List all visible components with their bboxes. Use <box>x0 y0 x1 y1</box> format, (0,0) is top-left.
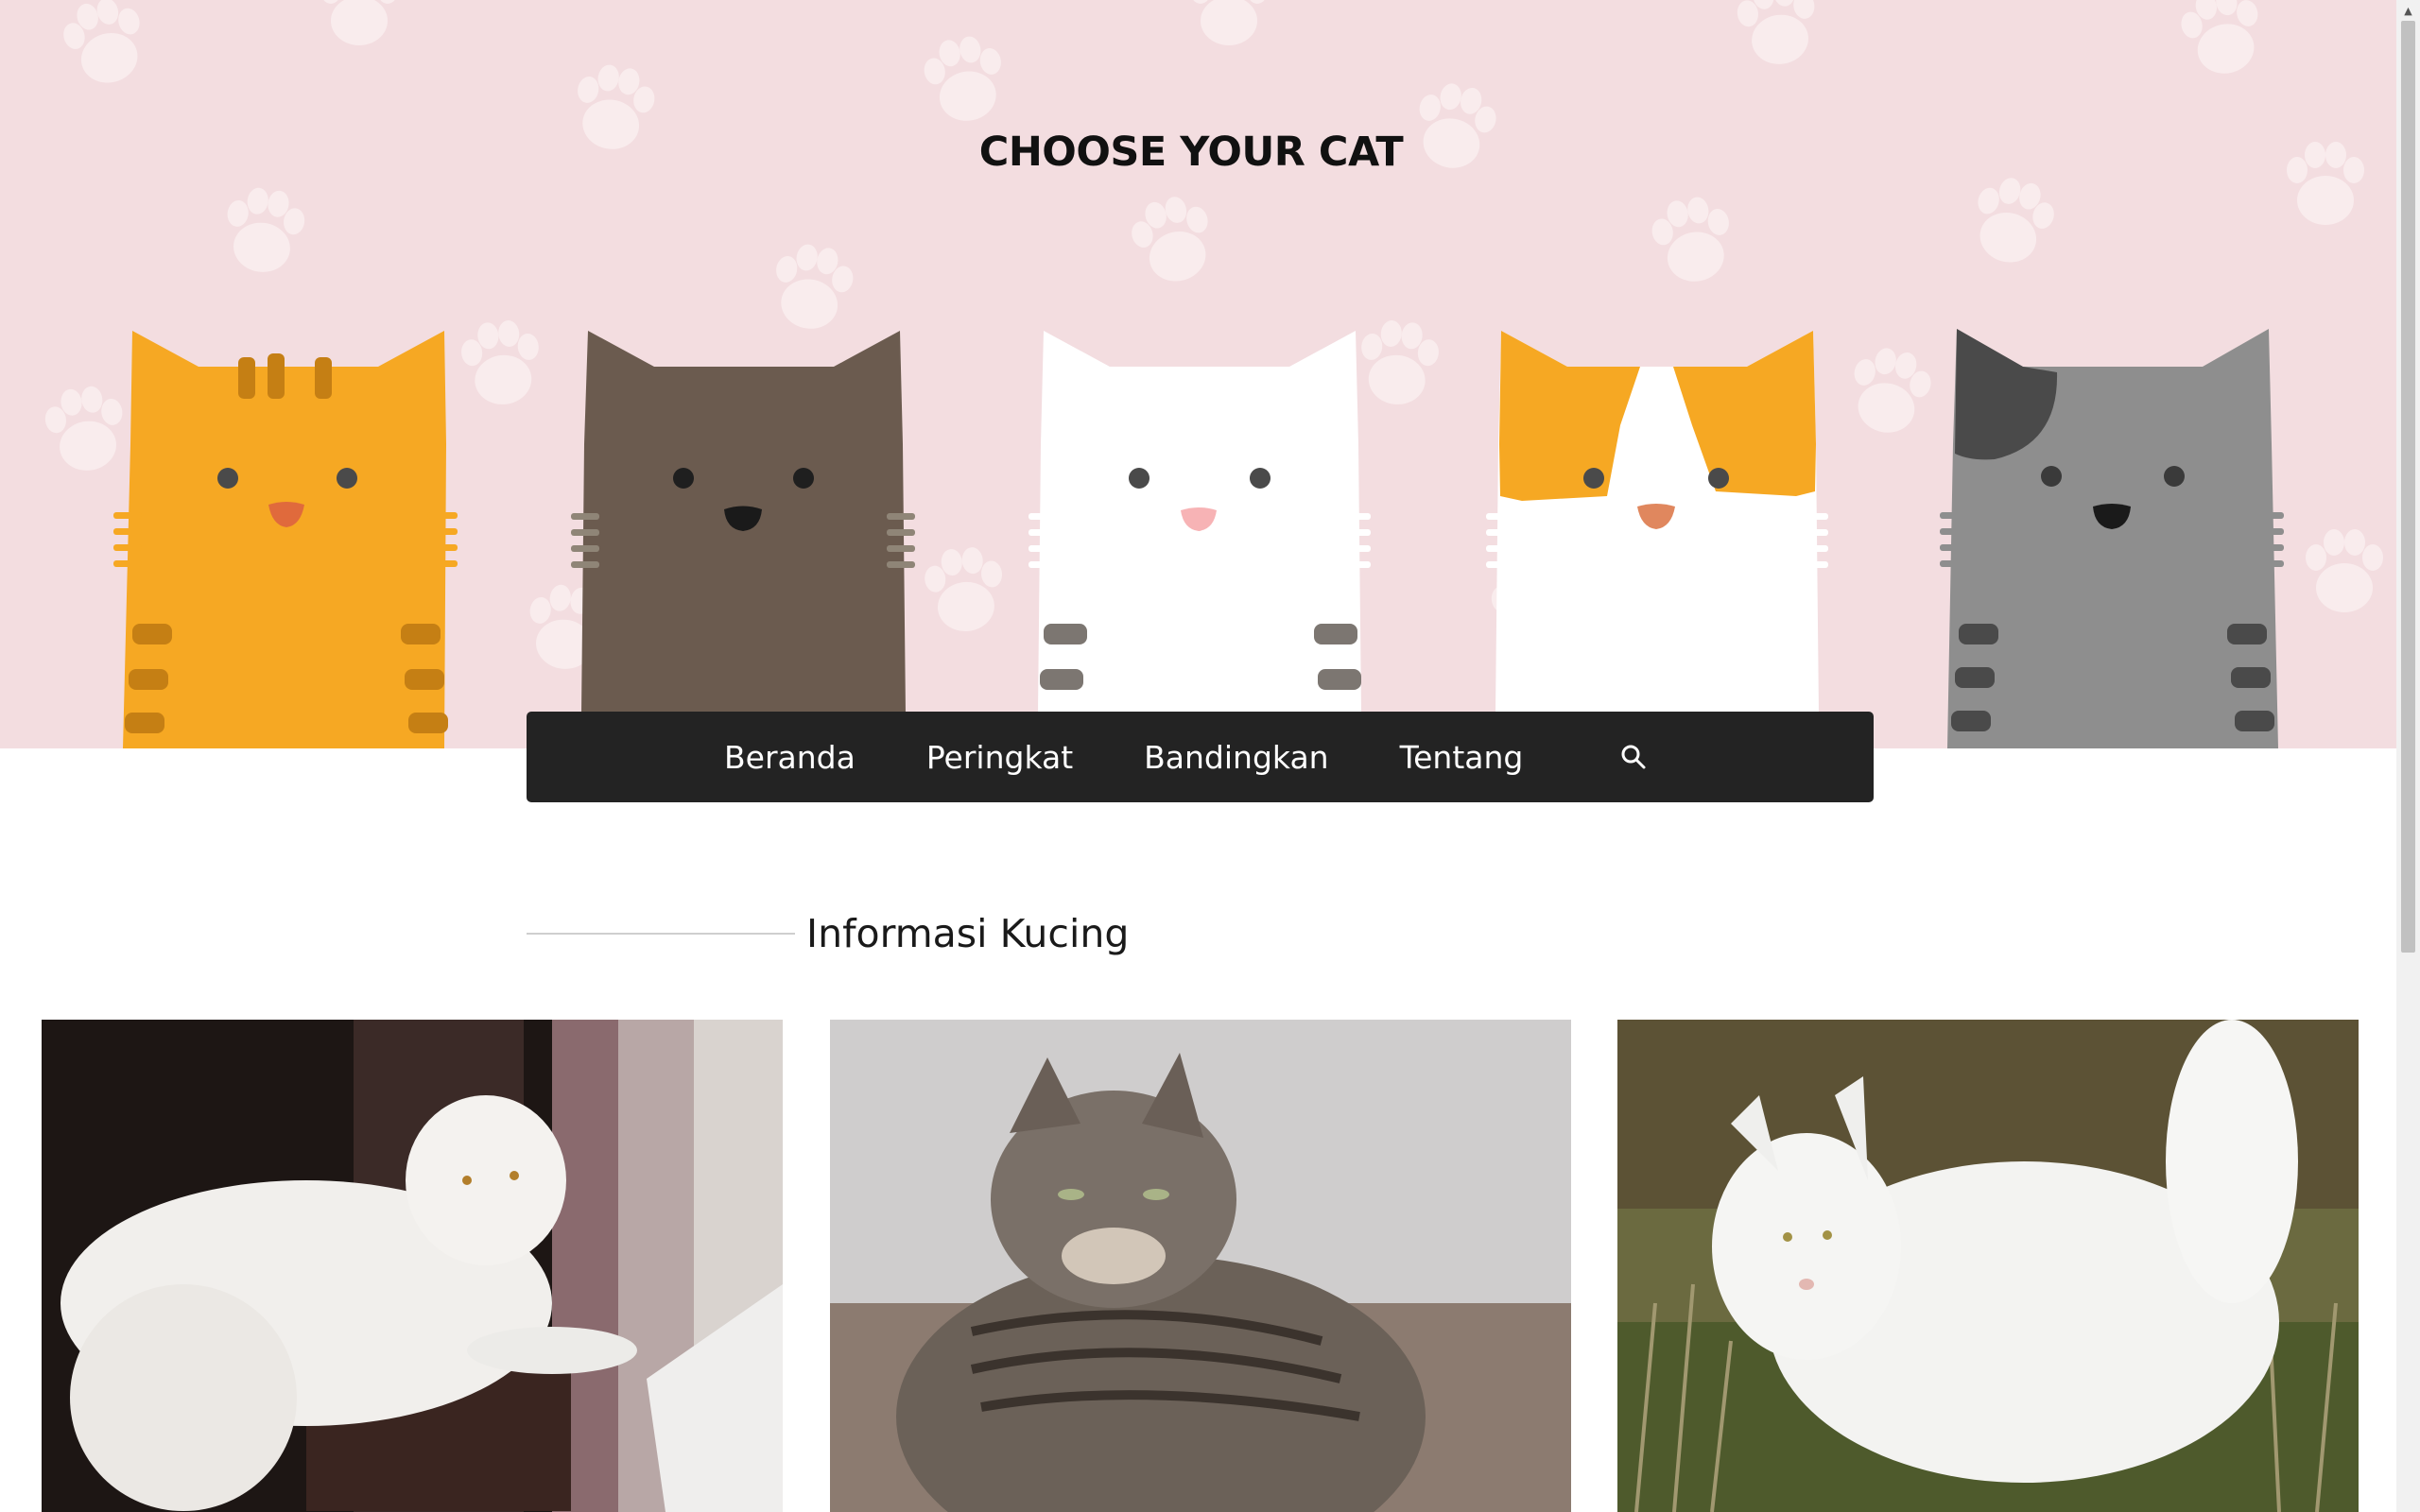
scroll-up-arrow-icon[interactable]: ▲ <box>2396 0 2420 21</box>
cat-card-tabby[interactable] <box>830 1020 1571 1512</box>
nav-link-tentang[interactable]: Tentang <box>1400 739 1524 776</box>
nav-link-peringkat[interactable]: Peringkat <box>926 739 1073 776</box>
site-title: CHOOSE YOUR CAT <box>978 129 1404 176</box>
tabby-cat-photo <box>830 1020 1571 1512</box>
nav-link-bandingkan[interactable]: Bandingkan <box>1144 739 1328 776</box>
white-cat-illustration <box>1028 331 1371 713</box>
white-longhair-cat-photo <box>1617 1020 2359 1512</box>
white-persian-cat-photo <box>42 1020 783 1512</box>
orange-tabby-cat-illustration <box>113 331 458 748</box>
cat-illustrations <box>113 329 2284 748</box>
main-navbar: Beranda Peringkat Bandingkan Tentang <box>527 712 1874 802</box>
search-icon[interactable] <box>1619 743 1648 771</box>
section-heading: Informasi Kucing <box>527 905 1129 962</box>
nav-link-beranda[interactable]: Beranda <box>724 739 856 776</box>
section-title: Informasi Kucing <box>806 911 1130 956</box>
scrollbar-thumb[interactable] <box>2401 21 2415 953</box>
brown-cat-illustration <box>571 331 915 713</box>
nav-menu: Beranda Peringkat Bandingkan Tentang <box>724 739 1648 776</box>
section-divider-line <box>527 933 795 935</box>
vertical-scrollbar[interactable]: ▲ <box>2396 0 2420 1512</box>
gray-cat-illustration <box>1940 329 2284 748</box>
cat-card-persian[interactable] <box>42 1020 783 1512</box>
page: CHOOSE YOUR CAT Beranda Peringkat Bandin… <box>0 0 2420 1512</box>
hero-header: CHOOSE YOUR CAT <box>0 0 2396 748</box>
calico-cat-illustration <box>1486 331 1828 713</box>
cat-card-white-longhair[interactable] <box>1617 1020 2359 1512</box>
